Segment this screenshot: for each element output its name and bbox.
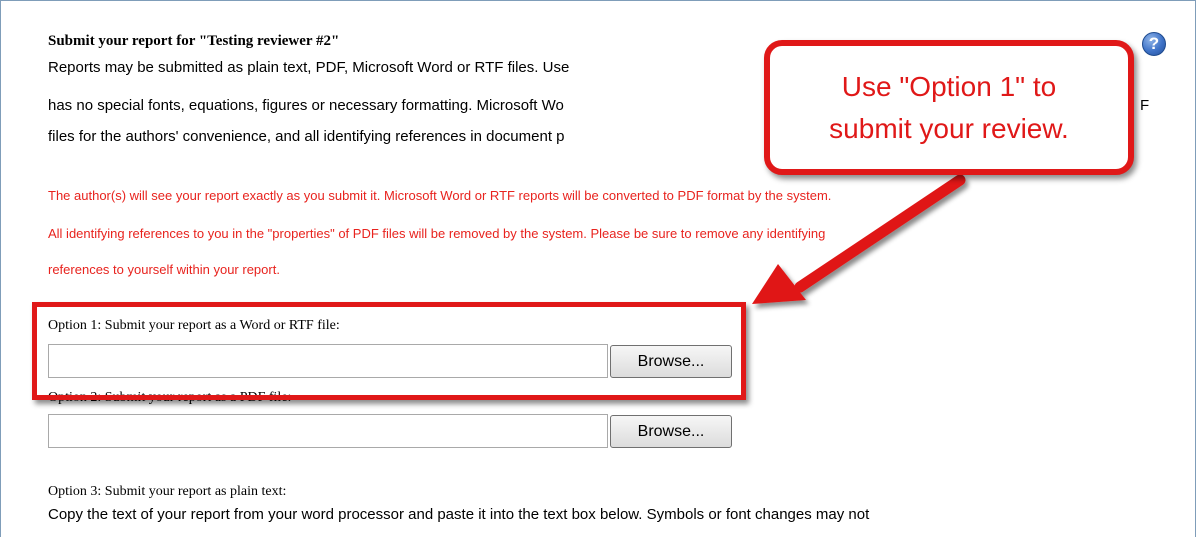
callout-bubble: Use "Option 1" to submit your review. bbox=[764, 40, 1134, 175]
callout-line-2: submit your review. bbox=[829, 112, 1069, 144]
callout-line-1: Use "Option 1" to bbox=[841, 70, 1057, 102]
